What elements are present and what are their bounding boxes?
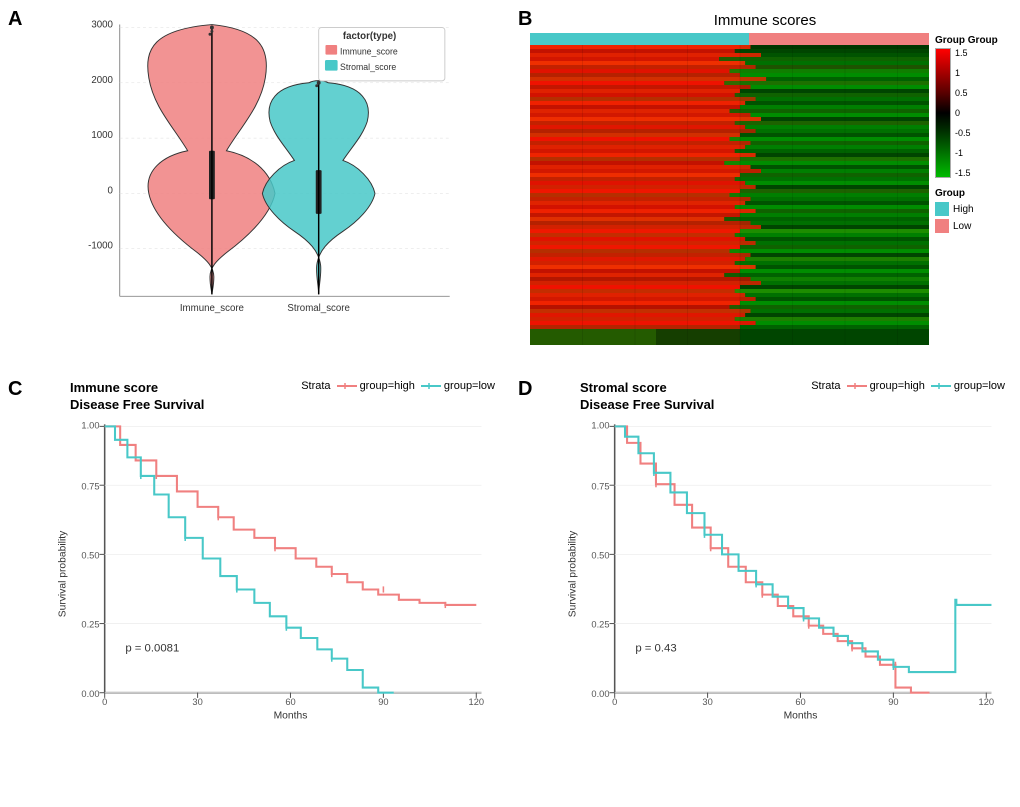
legend-item-high-label: High bbox=[953, 204, 974, 215]
strata-low-d: group=low bbox=[931, 380, 1005, 392]
svg-text:Survival probability: Survival probability bbox=[567, 530, 578, 617]
svg-text:1.00: 1.00 bbox=[591, 420, 609, 430]
svg-text:-1000: -1000 bbox=[88, 241, 113, 252]
panel-d-title-line1: Stromal score bbox=[580, 380, 714, 397]
svg-text:Months: Months bbox=[784, 710, 818, 721]
svg-text:1000: 1000 bbox=[91, 130, 113, 141]
svg-text:Immune_score: Immune_score bbox=[180, 303, 244, 314]
strata-low-label-c: group=low bbox=[444, 380, 495, 392]
svg-text:90: 90 bbox=[378, 697, 388, 707]
strata-low-line-c bbox=[421, 381, 441, 391]
panel-d-title: Stromal score Disease Free Survival bbox=[580, 380, 714, 414]
panel-c-title: Immune score Disease Free Survival bbox=[70, 380, 204, 414]
svg-text:90: 90 bbox=[888, 697, 898, 707]
svg-text:0.25: 0.25 bbox=[81, 619, 99, 629]
violin-chart: 3000 2000 1000 0 -1000 bbox=[50, 10, 500, 340]
svg-text:0.50: 0.50 bbox=[591, 550, 609, 560]
svg-text:0.00: 0.00 bbox=[81, 689, 99, 699]
svg-text:1.00: 1.00 bbox=[81, 420, 99, 430]
panel-a-label: A bbox=[8, 8, 22, 31]
svg-text:60: 60 bbox=[285, 697, 295, 707]
heatmap-svg bbox=[530, 45, 929, 345]
svg-text:30: 30 bbox=[702, 697, 712, 707]
survival-curve-d: Survival probability Months 0.00 0.25 0.… bbox=[560, 414, 1010, 734]
svg-text:60: 60 bbox=[795, 697, 805, 707]
strata-high-d: group=high bbox=[847, 380, 925, 392]
strata-high-line-d bbox=[847, 381, 867, 391]
low-color-swatch bbox=[935, 219, 949, 233]
svg-text:0: 0 bbox=[612, 697, 617, 707]
svg-text:Immune_score: Immune_score bbox=[340, 47, 398, 57]
svg-text:Stromal_score: Stromal_score bbox=[340, 62, 396, 72]
legend-item-low: Low bbox=[935, 219, 1010, 233]
legend-item-low-label: Low bbox=[953, 221, 971, 232]
svg-text:p = 0.43: p = 0.43 bbox=[635, 642, 676, 654]
color-bar bbox=[935, 48, 951, 178]
svg-text:120: 120 bbox=[469, 697, 485, 707]
panel-c-label: C bbox=[8, 378, 22, 401]
panel-c-title-line1: Immune score bbox=[70, 380, 204, 397]
strata-high-line-c bbox=[337, 381, 357, 391]
strata-low-label-d: group=low bbox=[954, 380, 1005, 392]
strata-high-label-c: group=high bbox=[360, 380, 415, 392]
panel-a: A 3000 2000 1000 0 -1000 bbox=[0, 0, 510, 370]
svg-text:Months: Months bbox=[274, 710, 308, 721]
svg-text:2000: 2000 bbox=[91, 75, 113, 86]
panel-c-title-line2: Disease Free Survival bbox=[70, 397, 204, 414]
strata-label-c: Strata bbox=[301, 380, 330, 392]
strata-high-label-d: group=high bbox=[870, 380, 925, 392]
svg-text:120: 120 bbox=[979, 697, 995, 707]
group-color-legend: Group High Low bbox=[935, 188, 1010, 233]
panel-d-title-line2: Disease Free Survival bbox=[580, 397, 714, 414]
panel-d: D Stromal score Disease Free Survival St… bbox=[510, 370, 1020, 807]
main-grid: A 3000 2000 1000 0 -1000 bbox=[0, 0, 1020, 807]
svg-text:0: 0 bbox=[102, 697, 107, 707]
svg-text:0.25: 0.25 bbox=[591, 619, 609, 629]
svg-text:0.50: 0.50 bbox=[81, 550, 99, 560]
color-bar-scale: 1.5 1 0.5 0 -0.5 -1 -1.5 bbox=[955, 48, 971, 178]
survival-curve-c: Survival probability Months 0.00 0.25 0.… bbox=[50, 414, 500, 734]
panel-c-strata: Strata group=high group=low bbox=[301, 380, 495, 392]
panel-d-label: D bbox=[518, 378, 532, 401]
heatmap-legend: Group Group 1.5 1 0.5 0 -0.5 -1 -1.5 bbox=[935, 33, 1010, 353]
high-color-swatch bbox=[935, 202, 949, 216]
svg-text:0.00: 0.00 bbox=[591, 689, 609, 699]
svg-text:0.75: 0.75 bbox=[81, 481, 99, 491]
svg-text:3000: 3000 bbox=[91, 19, 113, 30]
panel-b-label: B bbox=[518, 8, 532, 31]
group-label: Group Group bbox=[935, 35, 1010, 46]
svg-text:Survival probability: Survival probability bbox=[57, 530, 68, 617]
panel-b: B Immune scores bbox=[510, 0, 1020, 370]
panel-c: C Immune score Disease Free Survival Str… bbox=[0, 370, 510, 807]
heatmap-title: Immune scores bbox=[520, 12, 1010, 29]
svg-text:Stromal_score: Stromal_score bbox=[287, 303, 349, 314]
svg-text:30: 30 bbox=[192, 697, 202, 707]
strata-label-d: Strata bbox=[811, 380, 840, 392]
svg-text:p = 0.0081: p = 0.0081 bbox=[125, 642, 179, 654]
heatmap-area bbox=[530, 33, 929, 353]
svg-text:factor(type): factor(type) bbox=[343, 31, 396, 42]
strata-low-line-d bbox=[931, 381, 951, 391]
panel-d-strata: Strata group=high group=low bbox=[811, 380, 1005, 392]
strata-low-c: group=low bbox=[421, 380, 495, 392]
strata-high-c: group=high bbox=[337, 380, 415, 392]
svg-text:0.75: 0.75 bbox=[591, 481, 609, 491]
svg-text:0: 0 bbox=[108, 185, 114, 196]
legend-item-high: High bbox=[935, 202, 1010, 216]
